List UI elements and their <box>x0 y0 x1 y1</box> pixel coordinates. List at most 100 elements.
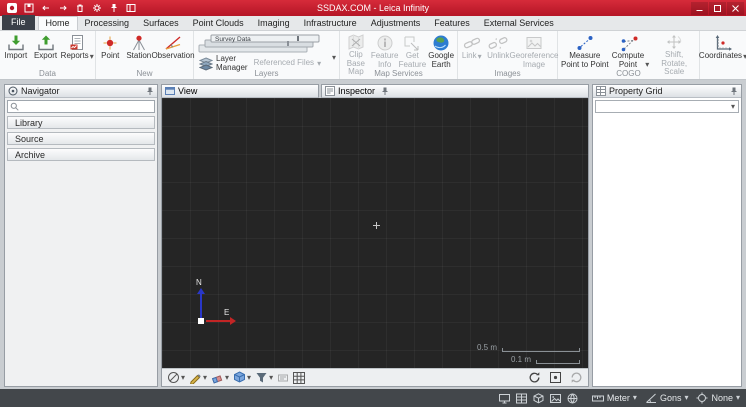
dropdown-caret-icon: ▾ <box>203 374 207 382</box>
distance-unit-dropdown[interactable]: Meter ▾ <box>592 393 637 404</box>
point-icon <box>100 33 120 52</box>
delete-button[interactable] <box>73 2 86 14</box>
new-observation-button[interactable]: Observation <box>154 32 192 70</box>
titlebar[interactable]: SSDAX.COM - Leica Infinity <box>0 0 746 16</box>
snap-mode-dropdown[interactable]: None ▾ <box>696 392 740 404</box>
navigator-header[interactable]: Navigator <box>5 85 157 98</box>
get-feature-icon <box>402 33 422 52</box>
link-image-button[interactable]: Link▾ <box>459 32 485 70</box>
referenced-files-button[interactable]: Referenced Files ▾ <box>254 59 322 68</box>
layers-widget-label: Survey Data <box>215 36 251 43</box>
dropdown-caret-icon: ▾ <box>633 394 637 402</box>
tab-features[interactable]: Features <box>427 16 477 30</box>
table-icon <box>516 393 527 404</box>
search-icon <box>10 102 19 111</box>
dropdown-caret-icon: ▾ <box>645 61 649 69</box>
model-view-button[interactable] <box>533 393 544 404</box>
sidebar-item-source[interactable]: Source <box>7 132 155 145</box>
layers-opacity-widget[interactable]: Survey Data <box>197 33 336 53</box>
feature-info-button[interactable]: Feature Info <box>371 32 399 70</box>
labels-button[interactable] <box>277 372 289 384</box>
scale-ruler <box>502 348 580 352</box>
angle-unit-value: Gons <box>660 393 682 403</box>
draw-style-button[interactable]: ▾ <box>189 371 207 384</box>
filter-button[interactable]: ▾ <box>255 371 273 384</box>
compute-point-button[interactable]: Compute Point▾ <box>611 32 651 70</box>
display-settings-button[interactable] <box>499 393 510 404</box>
pin-panel-button[interactable] <box>146 87 154 96</box>
georeference-image-button[interactable]: Georeference Image <box>512 32 556 70</box>
pin-panel-button[interactable] <box>730 87 738 96</box>
image-view-button[interactable] <box>550 393 561 404</box>
ribbon-tab-bar: File Home Processing Surfaces Point Clou… <box>0 16 746 31</box>
pin-panel-button[interactable] <box>381 87 389 96</box>
view-header[interactable]: View <box>161 84 319 98</box>
tab-adjustments[interactable]: Adjustments <box>364 16 428 30</box>
panel-title: Inspector <box>338 86 375 96</box>
tab-imaging[interactable]: Imaging <box>251 16 297 30</box>
panel-title: Property Grid <box>609 86 663 96</box>
clip-base-map-button[interactable]: Clip Base Map <box>341 32 371 70</box>
reports-button[interactable]: Reports▾ <box>60 32 94 70</box>
ribbon: Import Export Reports▾ Data <box>0 31 746 80</box>
undo-icon <box>41 3 51 13</box>
refresh-icon <box>528 371 541 384</box>
object-selector-dropdown[interactable]: ▾ <box>595 100 739 113</box>
map-view-button[interactable] <box>567 393 578 404</box>
new-station-button[interactable]: Station <box>124 32 154 70</box>
view-3d-button[interactable]: ▾ <box>233 371 251 384</box>
window-layout-button[interactable] <box>124 2 137 14</box>
new-point-button[interactable]: Point <box>97 32 124 70</box>
coordinates-button[interactable]: Coordinates▾ <box>701 32 745 70</box>
app-logo-icon <box>5 2 18 14</box>
import-button[interactable]: Import <box>1 32 31 70</box>
button-label: Feature Info <box>371 52 399 69</box>
google-earth-button[interactable]: Google Earth <box>426 32 456 70</box>
dropdown-caret-icon: ▾ <box>225 374 229 382</box>
zoom-extent-button[interactable] <box>549 371 562 384</box>
tab-processing[interactable]: Processing <box>78 16 137 30</box>
angle-unit-dropdown[interactable]: Gons ▾ <box>645 393 689 404</box>
undo-button[interactable] <box>39 2 52 14</box>
settings-button[interactable] <box>90 2 103 14</box>
dropdown-caret-icon: ▾ <box>736 394 740 402</box>
refresh-view-button[interactable] <box>528 371 541 384</box>
tab-file[interactable]: File <box>2 15 35 30</box>
table-view-button[interactable] <box>516 393 527 404</box>
redo-button[interactable] <box>56 2 69 14</box>
snap-mode-button[interactable]: ▾ <box>167 371 185 384</box>
ribbon-group-data: Import Export Reports▾ Data <box>0 31 96 79</box>
erase-button[interactable]: ▾ <box>211 371 229 384</box>
minimize-button[interactable] <box>691 2 708 15</box>
map-canvas[interactable]: N E 0.5 m 0.1 m <box>162 98 588 368</box>
tab-external-services[interactable]: External Services <box>477 16 561 30</box>
get-feature-button[interactable]: Get Feature <box>399 32 427 70</box>
statusbar: Meter ▾ Gons ▾ None ▾ <box>0 389 746 407</box>
tab-surfaces[interactable]: Surfaces <box>136 16 186 30</box>
navigator-search[interactable] <box>7 100 155 113</box>
save-button[interactable] <box>22 2 35 14</box>
shift-rotate-scale-button[interactable]: Shift, Rotate, Scale <box>650 32 698 70</box>
property-grid-header[interactable]: Property Grid <box>593 85 741 98</box>
close-button[interactable] <box>727 2 744 15</box>
layers-widget-caret-icon[interactable]: ▾ <box>332 54 336 62</box>
ruler-icon <box>592 393 604 404</box>
button-label: Reports <box>61 52 89 61</box>
unlink-image-button[interactable]: Unlink <box>485 32 512 70</box>
dropdown-caret-icon: ▾ <box>90 53 94 61</box>
grid-toggle-button[interactable] <box>293 372 305 384</box>
measure-point-to-point-button[interactable]: Measure Point to Point <box>559 32 611 70</box>
tab-home[interactable]: Home <box>38 16 78 30</box>
dropdown-caret-icon: ▾ <box>317 60 321 68</box>
search-input[interactable] <box>21 102 152 112</box>
tab-point-clouds[interactable]: Point Clouds <box>186 16 251 30</box>
tab-infrastructure[interactable]: Infrastructure <box>297 16 364 30</box>
sidebar-item-library[interactable]: Library <box>7 116 155 129</box>
pin-layout-button[interactable] <box>107 2 120 14</box>
sidebar-item-archive[interactable]: Archive <box>7 148 155 161</box>
export-button[interactable]: Export <box>31 32 61 70</box>
maximize-button[interactable] <box>709 2 726 15</box>
dropdown-caret-icon: ▾ <box>684 394 688 402</box>
previous-view-button[interactable] <box>570 371 583 384</box>
inspector-header[interactable]: Inspector <box>321 84 589 98</box>
